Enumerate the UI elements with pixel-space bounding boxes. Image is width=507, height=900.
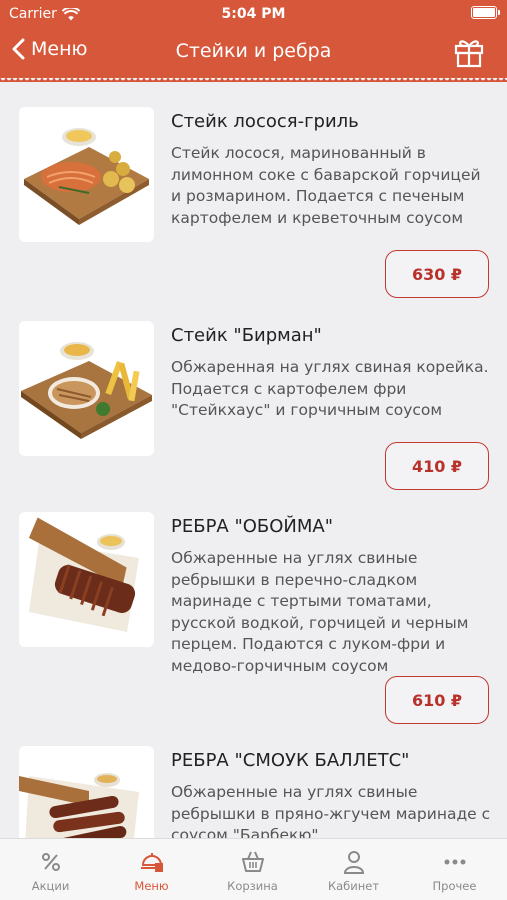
status-time: 5:04 PM	[221, 6, 286, 22]
item-title: Стейк "Бирман"	[171, 325, 322, 346]
ribs-oboima-image	[19, 512, 154, 647]
status-bar: Carrier 5:04 PM	[0, 0, 507, 28]
tab-more[interactable]: Прочее	[404, 839, 505, 900]
tab-promotions[interactable]: Акции	[0, 839, 101, 900]
menu-item[interactable]: РЕБРА "СМОУК БАЛЛЕТС" Обжаренные на угля…	[0, 746, 507, 838]
user-icon	[343, 851, 364, 874]
item-description: Стейк лосося, маринованный в лимонном со…	[171, 144, 481, 227]
gift-icon[interactable]	[453, 34, 485, 68]
item-description: Обжаренные на углях свиные ребрышки в пр…	[171, 783, 491, 838]
basket-icon	[241, 851, 264, 872]
item-description: Обжаренные на углях свиные ребрышки в пе…	[171, 549, 469, 675]
page-title: Стейки и ребра	[175, 40, 332, 62]
price-button[interactable]: 630 ₽	[385, 250, 489, 298]
menu-item[interactable]: Стейк "Бирман" Обжаренная на углях свина…	[0, 321, 507, 521]
tab-label: Корзина	[227, 879, 278, 893]
percent-icon	[41, 853, 60, 871]
item-description: Обжаренная на углях свиная корейка. Пода…	[171, 358, 489, 419]
salmon-steak-image	[19, 107, 154, 242]
tab-label: Кабинет	[327, 879, 380, 893]
item-title: Стейк лосося-гриль	[171, 111, 359, 132]
tab-account[interactable]: Кабинет	[303, 839, 404, 900]
tab-label: Прочее	[432, 879, 477, 893]
menu-item[interactable]: РЕБРА "ОБОЙМА" Обжаренные на углях свины…	[0, 512, 507, 742]
ribs-smoke-ballets-image	[19, 746, 154, 838]
tab-label: Акции	[31, 879, 70, 893]
more-dots-icon	[444, 859, 465, 865]
menu-tray-icon	[140, 853, 163, 872]
item-title: РЕБРА "СМОУК БАЛЛЕТС"	[171, 750, 410, 771]
menu-item[interactable]: Стейк лосося-гриль Стейк лосося, маринов…	[0, 107, 507, 307]
tab-menu[interactable]: Меню	[101, 839, 202, 900]
tab-label: Меню	[134, 879, 169, 893]
menu-item-list: Стейк лосося-гриль Стейк лосося, маринов…	[0, 84, 507, 838]
birman-steak-image	[19, 321, 154, 456]
navigation-header: Carrier 5:04 PM Меню Стейки и ребра	[0, 0, 507, 84]
price-button[interactable]: 410 ₽	[385, 442, 489, 490]
price-button[interactable]: 610 ₽	[385, 676, 489, 724]
tab-cart[interactable]: Корзина	[202, 839, 303, 900]
tab-bar: Акции Меню Корзина Кабинет Прочее	[0, 838, 507, 900]
item-title: РЕБРА "ОБОЙМА"	[171, 516, 334, 537]
battery-icon	[471, 6, 500, 19]
nav-bar: Меню Стейки и ребра	[0, 30, 507, 74]
